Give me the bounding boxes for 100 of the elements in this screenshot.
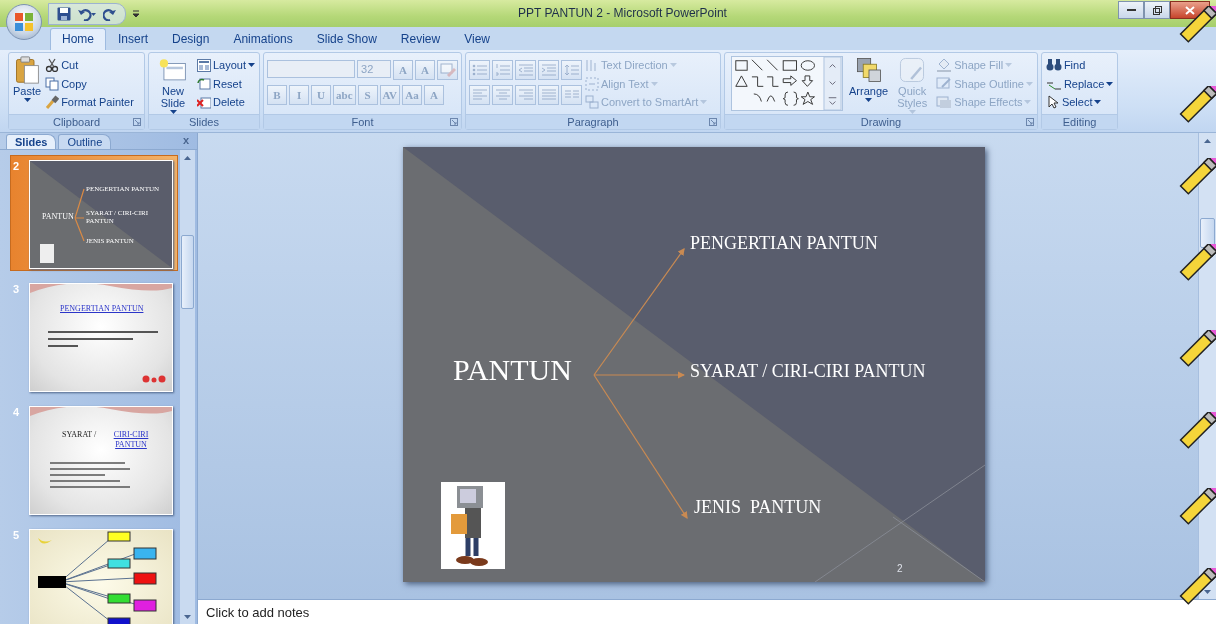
group-label: Editing	[1062, 116, 1097, 128]
scrollbar-thumb[interactable]	[181, 235, 194, 309]
close-icon	[1185, 5, 1195, 15]
shape-effects-icon	[936, 95, 953, 109]
slide-thumbnail-row[interactable]: 4 SYARAT / CIRI-CIRI PANTUN	[10, 401, 178, 517]
slide-title: PANTUN	[453, 353, 572, 387]
dialog-launcher-icon[interactable]	[450, 118, 459, 126]
ribbon-button[interactable]: Reset	[196, 74, 257, 93]
slide-bullet-text: SYARAT / CIRI-CIRI PANTUN	[690, 361, 926, 382]
justify-icon	[540, 89, 557, 101]
slide-thumbnail-row[interactable]: 3 PENGERTIAN PANTUN	[10, 278, 178, 394]
ribbon-tab[interactable]: Insert	[106, 28, 161, 50]
slide-thumbnail[interactable]: PENGERTIAN PANTUN	[29, 283, 173, 392]
group-label: Drawing	[860, 116, 902, 128]
ribbon-button[interactable]: Layout	[196, 56, 257, 74]
group-label: Paragraph	[567, 116, 619, 128]
align-left-icon	[471, 89, 488, 101]
thumbnail-title: PENGERTIAN PANTUN	[60, 304, 144, 313]
group-label: Clipboard	[52, 116, 101, 128]
increase-indent-icon	[540, 64, 557, 76]
dialog-launcher-icon[interactable]	[1025, 118, 1034, 126]
office-button[interactable]	[6, 4, 42, 40]
scrollbar[interactable]	[180, 150, 195, 624]
panel-tab[interactable]: Slides	[6, 134, 57, 149]
minimize-button[interactable]	[1118, 1, 1144, 19]
slide-number: 2	[12, 160, 21, 174]
decrease-indent-icon	[517, 64, 534, 76]
slide-bullet-text: PENGERTIAN PANTUN	[690, 233, 878, 254]
ribbon-button[interactable]: Cut	[44, 56, 135, 74]
ribbon-tab[interactable]: Design	[160, 28, 222, 50]
stacked-squares-icon	[854, 56, 883, 84]
line-spacing-icon	[563, 64, 580, 76]
slide-number: 3	[12, 283, 21, 297]
group-label: Slides	[189, 116, 219, 128]
clear-formatting-icon	[439, 63, 456, 77]
notes-field[interactable]: Click to add notes	[198, 599, 1216, 624]
thumbnail-title: SYARAT /	[62, 430, 97, 439]
flowers-drawing	[142, 375, 166, 383]
paint-bucket-icon	[936, 58, 953, 72]
align-right-icon	[517, 89, 534, 101]
scissors-icon	[45, 58, 60, 72]
ribbon-button[interactable]: Select	[1044, 93, 1115, 111]
ribbon-button[interactable]: Copy	[44, 74, 135, 93]
ribbon-button[interactable]: Arrange	[848, 56, 890, 102]
ribbon-tab[interactable]: View	[452, 28, 502, 50]
ribbon-tab[interactable]: Home	[50, 28, 106, 50]
notes-placeholder: Click to add notes	[206, 604, 310, 620]
caret-icon	[184, 614, 191, 619]
dialog-launcher-icon[interactable]	[133, 118, 141, 126]
cursor-icon	[1045, 95, 1060, 109]
dialog-launcher-icon[interactable]	[709, 118, 718, 126]
ribbon-button[interactable]: Find	[1044, 56, 1115, 74]
align-text-icon	[585, 76, 600, 91]
ribbon-button[interactable]: Replace	[1044, 74, 1115, 93]
slide-thumbnail[interactable]	[29, 529, 173, 624]
numbered-list-icon	[494, 64, 511, 76]
slide-number: 4	[12, 406, 21, 420]
smartart-icon	[585, 95, 600, 109]
bullet-list-icon	[471, 64, 488, 76]
ribbon-button[interactable]: Delete	[196, 93, 257, 111]
clipboard-icon	[13, 56, 42, 84]
window-title: PPT PANTUN 2 - Microsoft PowerPoint	[518, 6, 727, 20]
slide-thumbnail[interactable]: SYARAT / CIRI-CIRI PANTUN	[29, 406, 173, 515]
undo-icon[interactable]	[77, 6, 97, 21]
caret-icon	[1204, 589, 1211, 594]
slide-bullet-text: JENIS PANTUN	[694, 497, 822, 518]
ribbon-tab[interactable]: Review	[388, 28, 453, 50]
thumbnail-link: CIRI-CIRI PANTUN	[112, 430, 150, 450]
ribbon-button[interactable]: Format Painter	[44, 93, 135, 111]
new-slide-icon	[159, 56, 187, 84]
align-center-icon	[494, 89, 511, 101]
panel-tab[interactable]: Outline	[58, 134, 112, 149]
restore-button[interactable]	[1144, 1, 1170, 19]
customize-icon[interactable]	[132, 9, 140, 18]
layout-icon	[197, 58, 211, 72]
caret-icon	[184, 155, 191, 160]
pencil-outline-icon	[936, 76, 953, 91]
ribbon-button[interactable]: Paste	[12, 56, 43, 102]
scrollbar-thumb[interactable]	[1200, 218, 1215, 248]
four-squares-logo-icon	[14, 12, 34, 32]
binoculars-icon	[1045, 58, 1062, 72]
columns-icon	[563, 89, 580, 101]
thumbnail-title: PANTUN	[42, 212, 74, 221]
group-label: Font	[351, 116, 374, 128]
brush-icon	[45, 95, 60, 109]
restore-icon	[1152, 5, 1162, 15]
redo-icon[interactable]	[103, 6, 117, 21]
ribbon-tab[interactable]: Animations	[221, 28, 305, 50]
minimize-icon	[1126, 9, 1136, 11]
ribbon-tab[interactable]: Slide Show	[304, 28, 389, 50]
caret-icon	[1204, 138, 1211, 143]
save-icon[interactable]	[57, 6, 71, 21]
arrows-drawing	[74, 188, 85, 242]
ribbon-button[interactable]: New Slide	[152, 56, 194, 114]
quick-styles-icon	[898, 56, 927, 84]
delete-icon	[197, 95, 211, 109]
copy-icon	[45, 76, 60, 91]
reset-icon	[197, 77, 211, 90]
slide-number: 5	[12, 529, 21, 543]
page-number: 2	[897, 563, 903, 574]
